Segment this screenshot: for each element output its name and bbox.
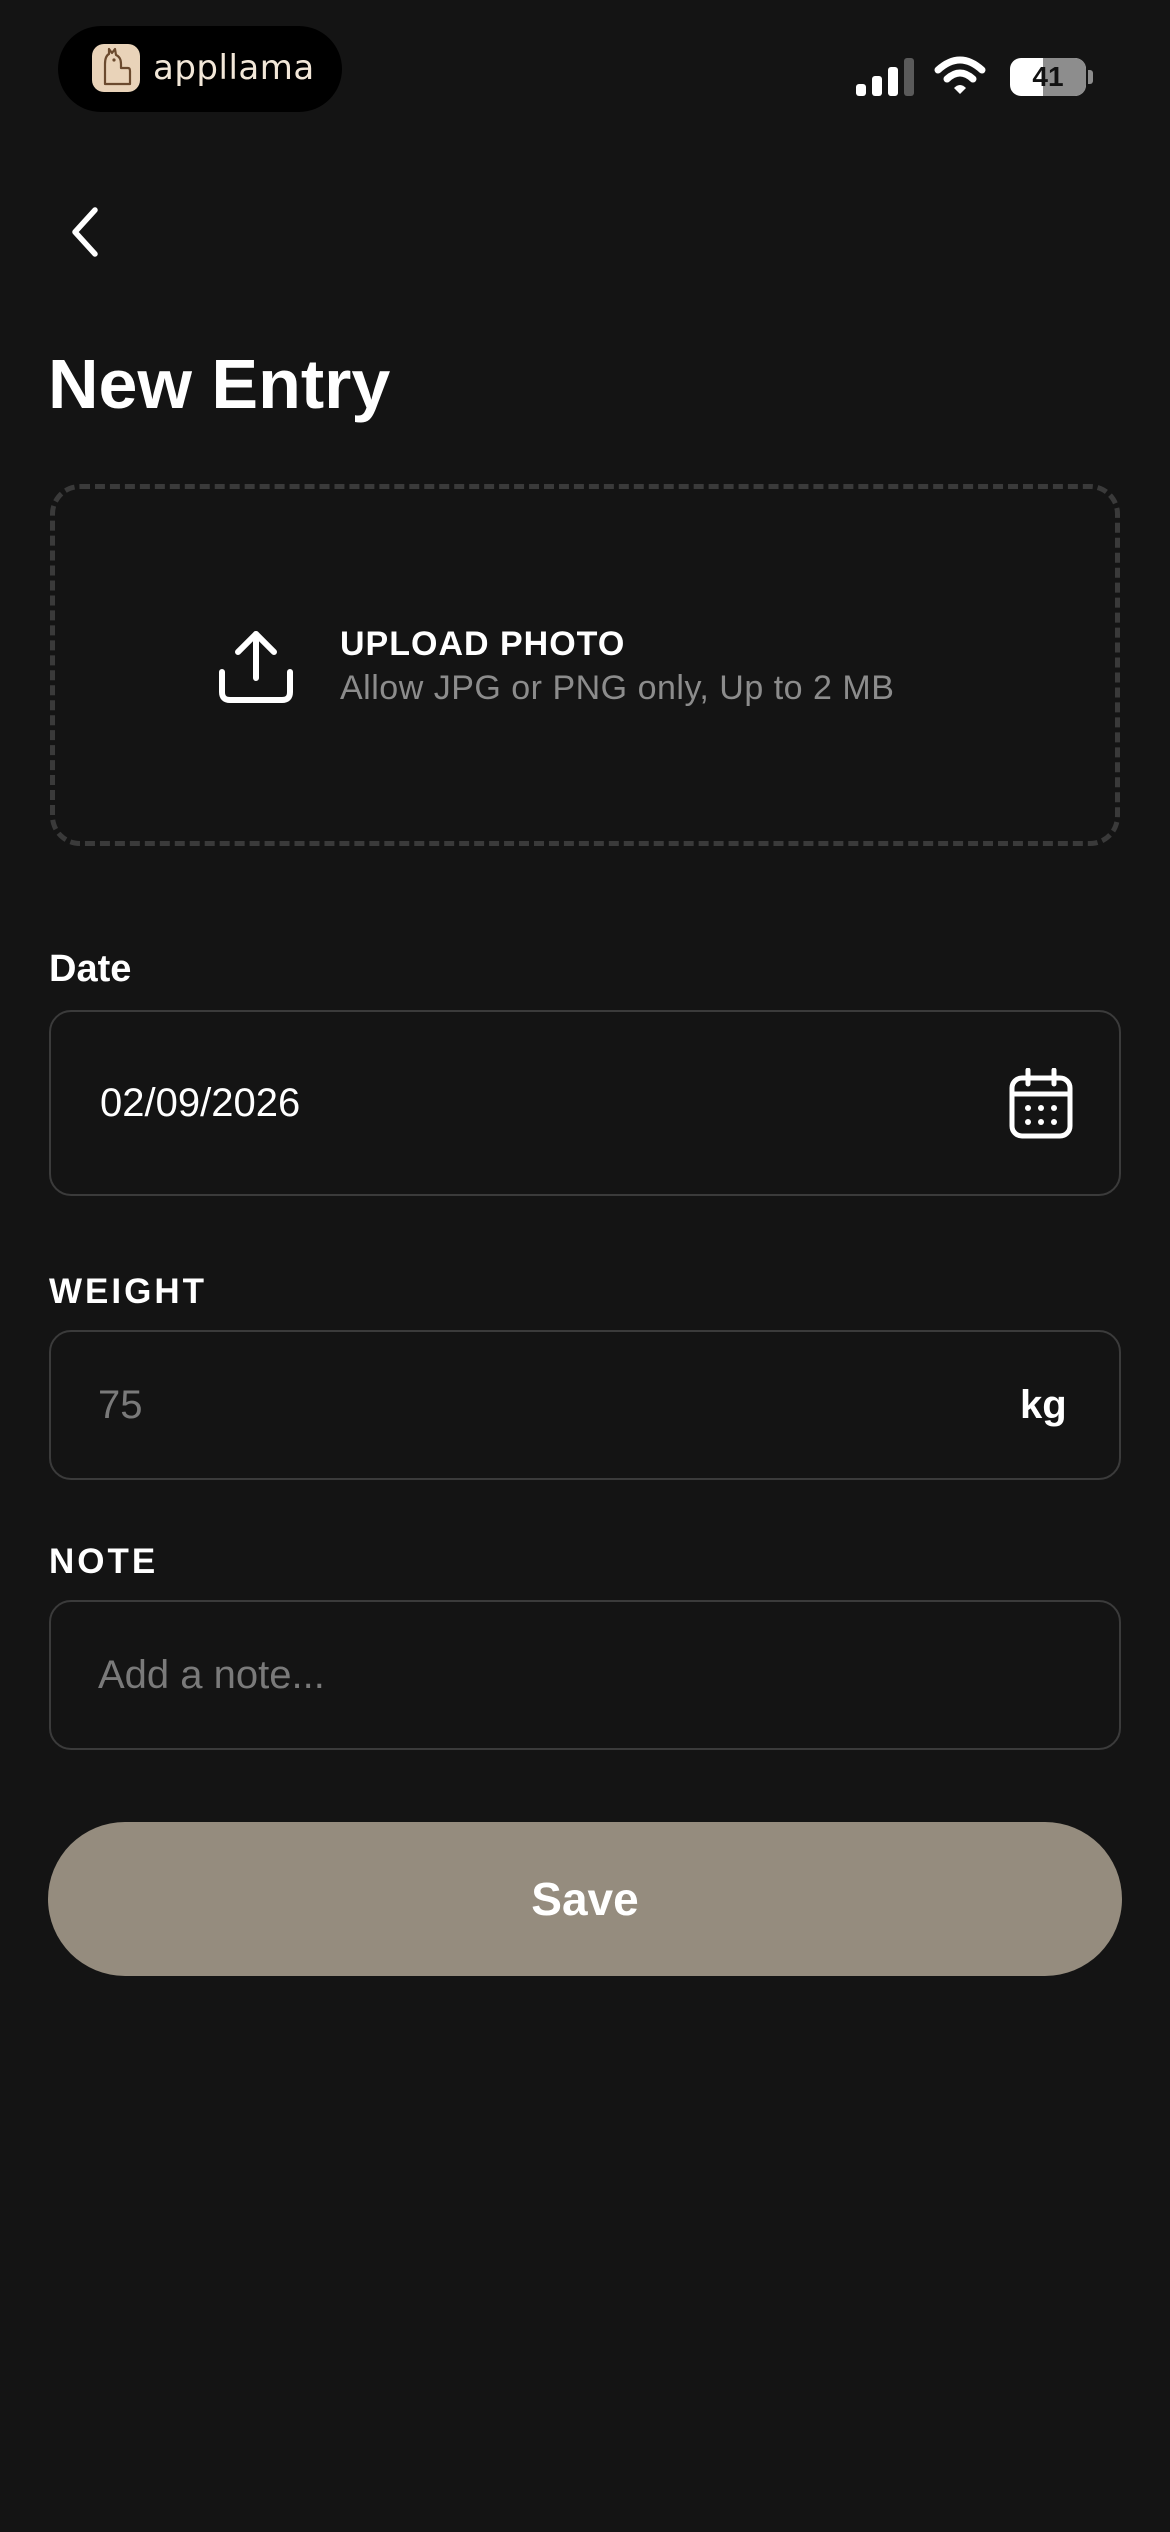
page-title: New Entry [48,345,391,423]
upload-icon [219,631,293,703]
llama-logo-icon [92,44,140,92]
date-label: Date [49,948,132,990]
weight-placeholder: 75 [98,1383,143,1427]
date-value: 02/09/2026 [100,1081,301,1125]
wifi-icon [934,56,986,94]
battery-level: 41 [1032,61,1064,92]
weight-unit: kg [1020,1383,1067,1427]
note-placeholder: Add a note... [98,1653,325,1697]
back-button[interactable] [50,192,120,272]
save-button[interactable]: Save [48,1822,1122,1976]
battery-nub [1088,70,1093,84]
upload-title: UPLOAD PHOTO [340,625,626,663]
note-label: NOTE [49,1542,159,1581]
battery-icon: 41 [1010,58,1086,96]
chevron-left-icon [72,207,98,257]
brand-name: appllama [153,48,315,88]
weight-label: WEIGHT [49,1272,207,1311]
upload-hint: Allow JPG or PNG only, Up to 2 MB [340,669,895,707]
calendar-icon[interactable] [1008,1068,1074,1140]
weight-input[interactable] [49,1330,1121,1480]
cellular-signal-icon [856,58,914,96]
